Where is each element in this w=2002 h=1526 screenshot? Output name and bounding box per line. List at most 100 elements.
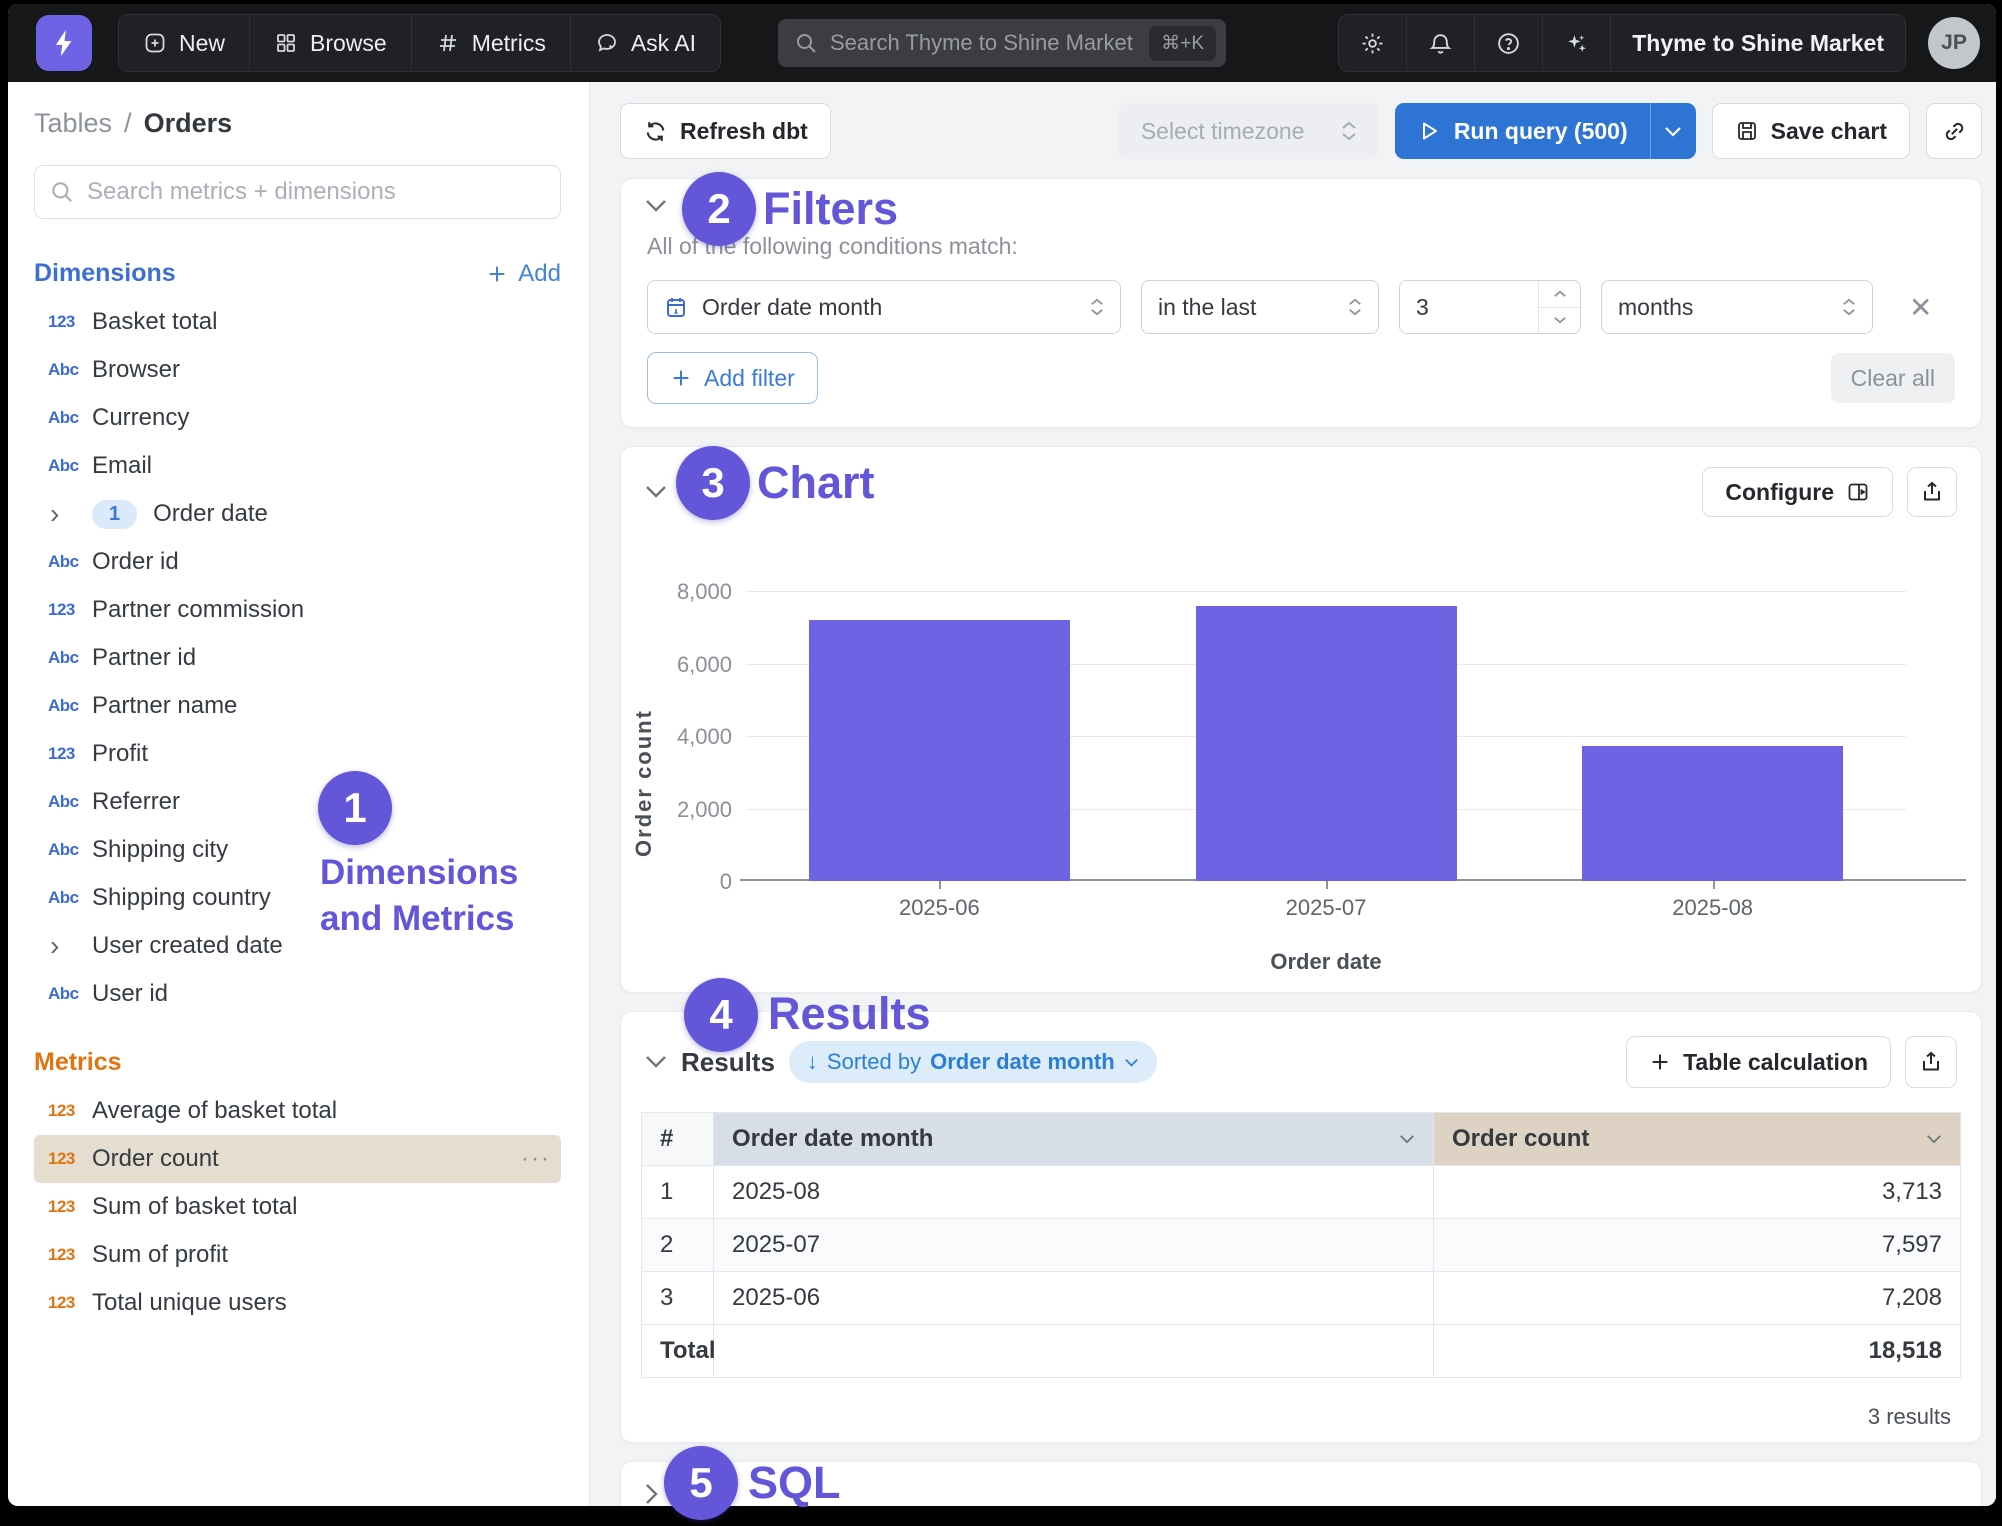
chevron-right-icon[interactable]: ›: [48, 500, 92, 528]
share-icon: [1919, 1050, 1943, 1074]
sidebar-item-partner-commission[interactable]: 123Partner commission: [34, 586, 561, 634]
row-count-cell[interactable]: 3,713: [1434, 1166, 1961, 1219]
export-results-button[interactable]: [1905, 1036, 1957, 1088]
remove-filter-button[interactable]: ✕: [1909, 291, 1932, 324]
sorted-by-pill[interactable]: ↓ Sorted by Order date month: [789, 1041, 1157, 1083]
clear-all-button[interactable]: Clear all: [1831, 353, 1955, 403]
nav-browse-button[interactable]: Browse: [249, 15, 411, 71]
sidebar-item-sum-of-basket-total[interactable]: 123Sum of basket total: [34, 1183, 561, 1231]
notifications-button[interactable]: [1406, 15, 1474, 71]
bar-2025-07[interactable]: [1196, 606, 1457, 881]
row-month-cell[interactable]: 2025-07: [714, 1219, 1434, 1272]
row-count-cell[interactable]: 7,597: [1434, 1219, 1961, 1272]
screenshot-root: New Browse Metrics Ask AI ⌘+K: [0, 0, 2002, 1526]
filter-operator-select[interactable]: in the last: [1141, 280, 1379, 334]
share-link-button[interactable]: [1926, 103, 1982, 159]
sidebar-item-currency[interactable]: AbcCurrency: [34, 394, 561, 442]
column-header-count[interactable]: Order count: [1434, 1113, 1961, 1166]
filter-unit-select[interactable]: months: [1601, 280, 1873, 334]
gridline: [746, 591, 1906, 592]
sidebar-item-total-unique-users[interactable]: 123Total unique users: [34, 1279, 561, 1327]
number-type-icon: 123: [48, 312, 92, 332]
ai-sparkles-button[interactable]: [1542, 15, 1610, 71]
nav-metrics-button[interactable]: Metrics: [411, 15, 570, 71]
x-axis-tick: [939, 881, 941, 889]
run-query-label: Run query (500): [1454, 118, 1628, 145]
filter-field-select[interactable]: Order date month: [647, 280, 1121, 334]
sidebar-item-user-id[interactable]: AbcUser id: [34, 970, 561, 1018]
metrics-heading: Metrics: [34, 1048, 122, 1077]
save-chart-button[interactable]: Save chart: [1712, 103, 1910, 159]
nav-new-button[interactable]: New: [119, 15, 249, 71]
fields-search-input[interactable]: [87, 178, 546, 206]
chart-plot-area[interactable]: 02,0004,0006,0008,000: [746, 591, 1906, 881]
row-index-cell: 2: [642, 1219, 714, 1272]
run-query-button[interactable]: Run query (500): [1395, 103, 1696, 159]
settings-button[interactable]: [1339, 15, 1406, 71]
export-chart-button[interactable]: [1907, 467, 1957, 517]
chevron-down-icon[interactable]: [1399, 1134, 1415, 1144]
fields-search[interactable]: [34, 165, 561, 219]
bar-2025-08[interactable]: [1582, 746, 1843, 881]
field-label: Profit: [92, 740, 148, 768]
x-axis-tick-label: 2025-07: [1133, 895, 1520, 921]
play-icon: [1417, 119, 1441, 143]
string-type-icon: Abc: [48, 456, 92, 476]
run-query-dropdown[interactable]: [1650, 103, 1696, 159]
sidebar-item-order-count[interactable]: 123Order count···: [34, 1135, 561, 1183]
collapse-filters-icon[interactable]: [645, 199, 667, 213]
row-count-cell[interactable]: 7,208: [1434, 1272, 1961, 1325]
user-avatar[interactable]: JP: [1928, 17, 1980, 69]
help-button[interactable]: [1474, 15, 1542, 71]
chevron-right-icon[interactable]: ›: [48, 932, 92, 960]
add-dimension-button[interactable]: Add: [486, 260, 561, 288]
row-month-cell[interactable]: 2025-08: [714, 1166, 1434, 1219]
column-header-month[interactable]: Order date month: [714, 1113, 1434, 1166]
configure-chart-button[interactable]: Configure: [1702, 467, 1893, 517]
expand-sql-icon[interactable]: [645, 1483, 659, 1505]
save-chart-label: Save chart: [1771, 118, 1887, 145]
global-search-input[interactable]: [830, 30, 1137, 56]
more-options-icon[interactable]: ···: [521, 1145, 551, 1173]
sidebar-item-profit[interactable]: 123Profit: [34, 730, 561, 778]
sidebar-item-sum-of-profit[interactable]: 123Sum of profit: [34, 1231, 561, 1279]
chevron-down-icon[interactable]: [1926, 1134, 1942, 1144]
breadcrumb-separator: /: [124, 108, 132, 139]
breadcrumb-tables-link[interactable]: Tables: [34, 108, 112, 139]
sidebar-item-browser[interactable]: AbcBrowser: [34, 346, 561, 394]
field-label: Email: [92, 452, 152, 480]
org-name: Thyme to Shine Market: [1632, 30, 1884, 57]
sidebar-item-order-date[interactable]: ›1Order date: [34, 490, 561, 538]
sparkles-icon: [1564, 31, 1589, 56]
sidebar-item-order-id[interactable]: AbcOrder id: [34, 538, 561, 586]
sidebar-item-referrer[interactable]: AbcReferrer: [34, 778, 561, 826]
refresh-dbt-button[interactable]: Refresh dbt: [620, 103, 831, 159]
sidebar-item-basket-total[interactable]: 123Basket total: [34, 298, 561, 346]
global-search[interactable]: ⌘+K: [778, 19, 1226, 67]
app-logo[interactable]: [36, 15, 92, 71]
row-month-cell[interactable]: 2025-06: [714, 1272, 1434, 1325]
field-label: Order date: [153, 500, 268, 528]
table-calculation-button[interactable]: Table calculation: [1626, 1036, 1891, 1088]
bar-2025-06[interactable]: [809, 620, 1070, 881]
org-switcher[interactable]: Thyme to Shine Market: [1610, 15, 1905, 71]
sidebar-item-average-of-basket-total[interactable]: 123Average of basket total: [34, 1087, 561, 1135]
table-row[interactable]: 22025-077,597: [642, 1219, 1961, 1272]
stepper-up-icon[interactable]: [1539, 281, 1580, 308]
panel-icon: [1846, 480, 1870, 504]
sidebar-item-partner-id[interactable]: AbcPartner id: [34, 634, 561, 682]
add-filter-button[interactable]: Add filter: [647, 352, 818, 404]
table-row[interactable]: 12025-083,713: [642, 1166, 1961, 1219]
nav-ask-ai-button[interactable]: Ask AI: [570, 15, 720, 71]
string-type-icon: Abc: [48, 840, 92, 860]
collapse-results-icon[interactable]: [645, 1055, 667, 1069]
stepper-down-icon[interactable]: [1539, 308, 1580, 334]
string-type-icon: Abc: [48, 888, 92, 908]
collapse-chart-icon[interactable]: [645, 485, 667, 499]
chat-star-icon: [595, 31, 619, 55]
sidebar-item-partner-name[interactable]: AbcPartner name: [34, 682, 561, 730]
timezone-select[interactable]: Select timezone: [1119, 103, 1379, 159]
filter-value-input[interactable]: [1400, 281, 1538, 333]
table-row[interactable]: 32025-067,208: [642, 1272, 1961, 1325]
sidebar-item-email[interactable]: AbcEmail: [34, 442, 561, 490]
